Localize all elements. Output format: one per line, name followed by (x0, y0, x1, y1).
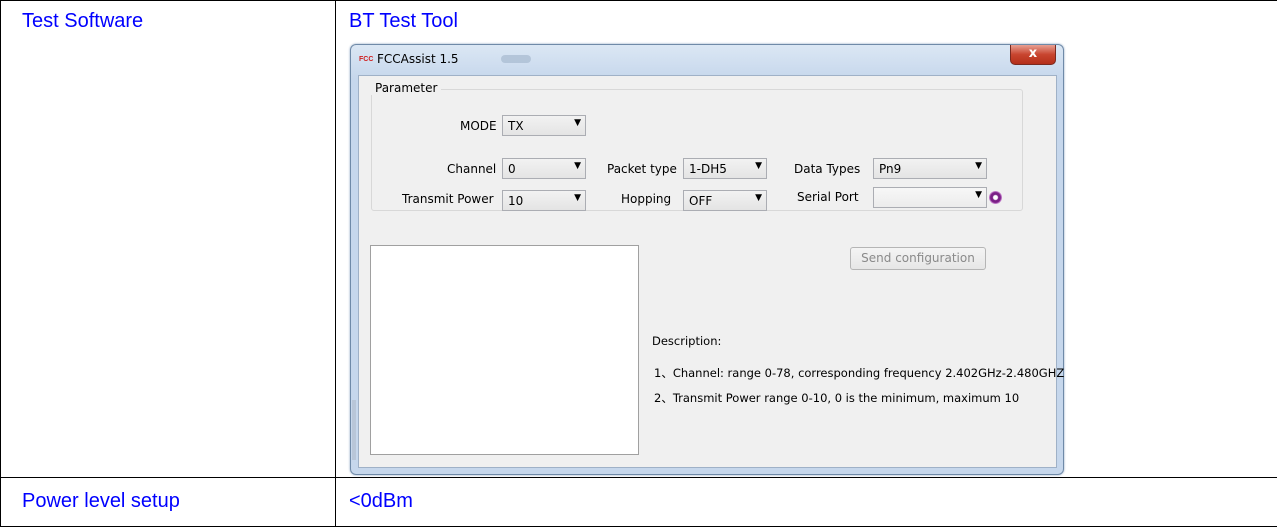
label-cell: Power level setup (1, 478, 336, 527)
log-output-box[interactable] (370, 245, 639, 455)
app-logo-icon: FCC (359, 55, 373, 65)
description-line-1: 1、Channel: range 0-78, corresponding fre… (654, 365, 1064, 381)
chevron-down-icon: ▼ (755, 193, 762, 203)
channel-value: 0 (508, 162, 516, 176)
data-types-select[interactable]: Pn9 ▼ (873, 158, 987, 179)
label-cell: Test Software (1, 1, 336, 478)
chevron-down-icon: ▼ (574, 193, 581, 203)
data-types-label: Data Types (794, 162, 860, 176)
transmit-power-label: Transmit Power (402, 192, 494, 206)
mode-value: TX (508, 119, 524, 133)
chevron-down-icon: ▼ (975, 161, 982, 171)
connect-target-icon[interactable] (989, 191, 1002, 204)
channel-select[interactable]: 0 ▼ (502, 158, 586, 179)
mode-label: MODE (460, 119, 497, 133)
transmit-power-value: 10 (508, 194, 523, 208)
data-types-value: Pn9 (879, 162, 901, 176)
title-bar[interactable]: FCC FCCAssist 1.5 x (351, 45, 1063, 75)
mode-select[interactable]: TX ▼ (502, 115, 586, 136)
description-line-2: 2、Transmit Power range 0-10, 0 is the mi… (654, 390, 1019, 406)
send-configuration-button[interactable]: Send configuration (850, 247, 986, 270)
packet-type-select[interactable]: 1-DH5 ▼ (683, 158, 767, 179)
test-software-value: BT Test Tool (349, 10, 458, 33)
test-software-label: Test Software (22, 10, 143, 33)
power-level-label: Power level setup (22, 490, 180, 513)
description-heading: Description: (652, 334, 721, 348)
serial-port-label: Serial Port (797, 190, 859, 204)
window-title: FCCAssist 1.5 (377, 52, 459, 66)
serial-port-select[interactable]: ▼ (873, 187, 987, 208)
chevron-down-icon: ▼ (755, 161, 762, 171)
packet-type-value: 1-DH5 (689, 162, 727, 176)
background-artifact (352, 400, 356, 460)
transmit-power-select[interactable]: 10 ▼ (502, 190, 586, 211)
power-level-value: <0dBm (349, 490, 413, 513)
chevron-down-icon: ▼ (574, 161, 581, 171)
table-row: Power level setup <0dBm (1, 478, 1277, 527)
hopping-select[interactable]: OFF ▼ (683, 190, 767, 211)
parameter-group-label: Parameter (371, 81, 441, 95)
hopping-label: Hopping (621, 192, 671, 206)
title-blur-decoration (501, 55, 531, 63)
channel-label: Channel (447, 162, 496, 176)
hopping-value: OFF (689, 194, 712, 208)
value-cell: <0dBm (336, 478, 1277, 527)
packet-type-label: Packet type (607, 162, 677, 176)
chevron-down-icon: ▼ (574, 118, 581, 128)
chevron-down-icon: ▼ (975, 190, 982, 200)
close-button[interactable]: x (1010, 45, 1056, 65)
